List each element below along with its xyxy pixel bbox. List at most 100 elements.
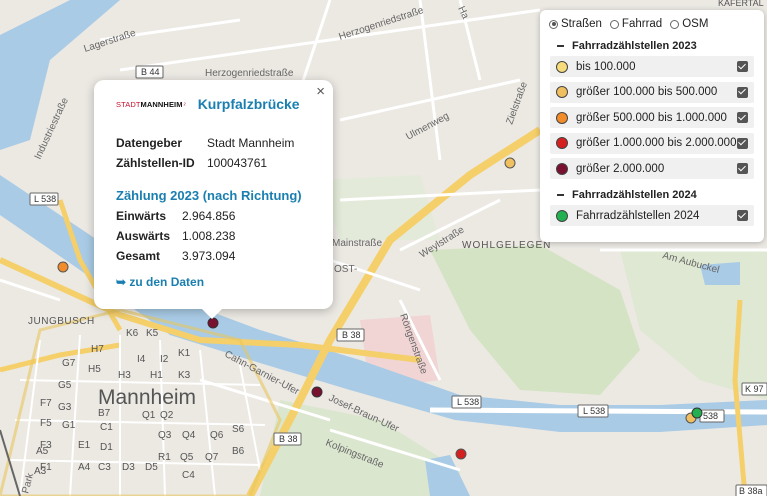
- city-block-label: B7: [98, 408, 111, 419]
- city-block-label: Q2: [160, 410, 174, 421]
- city-block-label: Q5: [180, 452, 194, 463]
- group-2023-title[interactable]: Fahrradzählstellen 2023: [550, 40, 754, 52]
- city-block-label: Q7: [205, 452, 219, 463]
- layer-checkbox[interactable]: [737, 61, 748, 72]
- collapse-icon[interactable]: [557, 45, 564, 47]
- basemap-option-fahrrad[interactable]: Fahrrad: [609, 18, 662, 30]
- gesamt-value: 3.973.094: [182, 249, 236, 263]
- label-wohlgelegen: WOHLGELEGEN: [462, 240, 551, 251]
- radio-fahrrad[interactable]: [609, 19, 619, 29]
- label-jungbusch: JUNGBUSCH: [28, 316, 95, 327]
- layer-label: Fahrradzählstellen 2024: [576, 209, 700, 222]
- svg-text:L 538: L 538: [34, 194, 56, 204]
- city-block-label: E1: [78, 440, 91, 451]
- fahrradzaehlstellen-2024-layer-row[interactable]: Fahrradzählstellen 2024: [550, 205, 754, 226]
- svg-text:L 538: L 538: [583, 406, 605, 416]
- city-block-label: G3: [58, 402, 72, 413]
- basemap-option-strassen[interactable]: Straßen: [549, 18, 602, 30]
- svg-text:B 44: B 44: [141, 67, 160, 77]
- city-block-label: H7: [91, 344, 104, 355]
- city-block-label: A4: [78, 462, 91, 473]
- fahrradzaehlstellen-2023-layer-row[interactable]: größer 500.000 bis 1.000.000: [550, 107, 754, 128]
- to-data-link[interactable]: ➥ zu den Daten: [116, 275, 311, 289]
- layer-checkbox[interactable]: [737, 112, 748, 123]
- count-section-title: Zählung 2023 (nach Richtung): [116, 188, 302, 203]
- city-block-label: G7: [62, 358, 76, 369]
- city-block-label: Q6: [210, 430, 224, 441]
- legend-swatch-icon: [556, 60, 568, 73]
- label-mainstrasse: Mainstraße: [332, 238, 382, 249]
- city-block-label: D5: [145, 462, 158, 473]
- station-id-label: Zählstellen-ID: [116, 156, 195, 170]
- shield-l538-far: 538: [699, 409, 725, 423]
- datengeber-label: Datengeber: [116, 136, 183, 150]
- station-marker-1m-2m[interactable]: [455, 448, 467, 460]
- basemap-option-osm[interactable]: OSM: [670, 18, 708, 30]
- legend-swatch-icon: [556, 111, 568, 124]
- station-marker-100k-500k[interactable]: [504, 157, 516, 169]
- layer-checkbox[interactable]: [737, 210, 748, 221]
- label-herzogenriedstrasse: Herzogenriedstraße: [205, 68, 294, 79]
- fahrradzaehlstellen-2023-layer-row[interactable]: größer 2.000.000: [550, 158, 754, 179]
- green-area-center: [320, 175, 440, 240]
- city-block-label: D1: [100, 442, 113, 453]
- popup-close-button[interactable]: ×: [316, 84, 325, 100]
- label-kafertal: KÄFERTAL: [718, 0, 764, 8]
- legend-swatch-icon: [556, 137, 568, 149]
- einwaerts-row: Einwärts 2.964.856: [116, 209, 311, 223]
- label-ost: OST-: [334, 264, 357, 275]
- city-block-label: A3: [34, 466, 47, 477]
- collapse-icon[interactable]: [557, 194, 564, 196]
- station-popup: × STADT MANNHEIM ² Kurpfalzbrücke Datengeb…: [94, 80, 333, 319]
- auswaerts-value: 1.008.238: [182, 229, 236, 243]
- basemap-switcher: Straßen Fahrrad OSM: [549, 16, 754, 32]
- station-marker-over-2m[interactable]: [311, 386, 323, 398]
- datengeber-value: Stadt Mannheim: [207, 136, 295, 150]
- legend-swatch-icon: [556, 86, 568, 98]
- svg-text:B 38a: B 38a: [739, 486, 763, 496]
- city-block-label: S6: [232, 424, 245, 435]
- city-block-label: H3: [118, 370, 131, 381]
- gesamt-label: Gesamt: [116, 249, 161, 263]
- radio-strassen[interactable]: [549, 19, 558, 29]
- city-block-label: G1: [62, 420, 76, 431]
- station-id-value: 100043761: [207, 156, 268, 170]
- fahrradzaehlstellen-2023-layer-row[interactable]: größer 100.000 bis 500.000: [550, 81, 754, 103]
- station-marker-500k-1m[interactable]: [57, 261, 69, 273]
- city-block-label: F5: [40, 418, 52, 429]
- svg-text:K 97: K 97: [745, 384, 764, 394]
- layer-checkbox[interactable]: [737, 163, 748, 174]
- city-block-label: A5: [36, 446, 49, 457]
- fahrradzaehlstellen-2023-layer-row[interactable]: größer 1.000.000 bis 2.000.000: [550, 132, 754, 154]
- city-block-label: K6: [126, 328, 139, 339]
- popup-header: STADT MANNHEIM ² Kurpfalzbrücke: [116, 94, 311, 114]
- popup-title: Kurpfalzbrücke: [197, 96, 300, 112]
- city-block-label: C3: [98, 462, 111, 473]
- shield-l538-left: L 538: [29, 192, 59, 206]
- station-marker-kurpfalzbruecke[interactable]: [207, 317, 219, 329]
- city-block-label: H5: [88, 364, 101, 375]
- city-block-label: R1: [158, 452, 171, 463]
- svg-text:B 38: B 38: [279, 434, 298, 444]
- einwaerts-label: Einwärts: [116, 209, 167, 223]
- legend-swatch-icon: [556, 209, 568, 222]
- city-block-label: F7: [40, 398, 52, 409]
- gesamt-row: Gesamt 3.973.094: [116, 249, 311, 263]
- layer-checkbox[interactable]: [737, 137, 748, 149]
- fahrradzaehlstellen-2023-layer-row[interactable]: bis 100.000: [550, 56, 754, 77]
- shield-b38-mid: B 38: [336, 328, 365, 342]
- station-id-row: Zählstellen-ID 100043761: [116, 156, 311, 170]
- layer-label: größer 100.000 bis 500.000: [576, 86, 718, 98]
- group-2024-title[interactable]: Fahrradzählstellen 2024: [550, 189, 754, 201]
- shield-b44: B 44: [135, 65, 164, 79]
- radio-osm[interactable]: [670, 19, 680, 29]
- city-block-label: D3: [122, 462, 135, 473]
- svg-text:L 538: L 538: [457, 397, 479, 407]
- legend-swatch-icon: [556, 162, 568, 175]
- auswaerts-label: Auswärts: [116, 229, 171, 243]
- layer-label: größer 2.000.000: [576, 162, 665, 175]
- layer-label: größer 500.000 bis 1.000.000: [576, 111, 727, 124]
- city-block-label: Q3: [158, 430, 172, 441]
- layer-checkbox[interactable]: [737, 86, 748, 98]
- station-marker-2024[interactable]: [691, 407, 703, 419]
